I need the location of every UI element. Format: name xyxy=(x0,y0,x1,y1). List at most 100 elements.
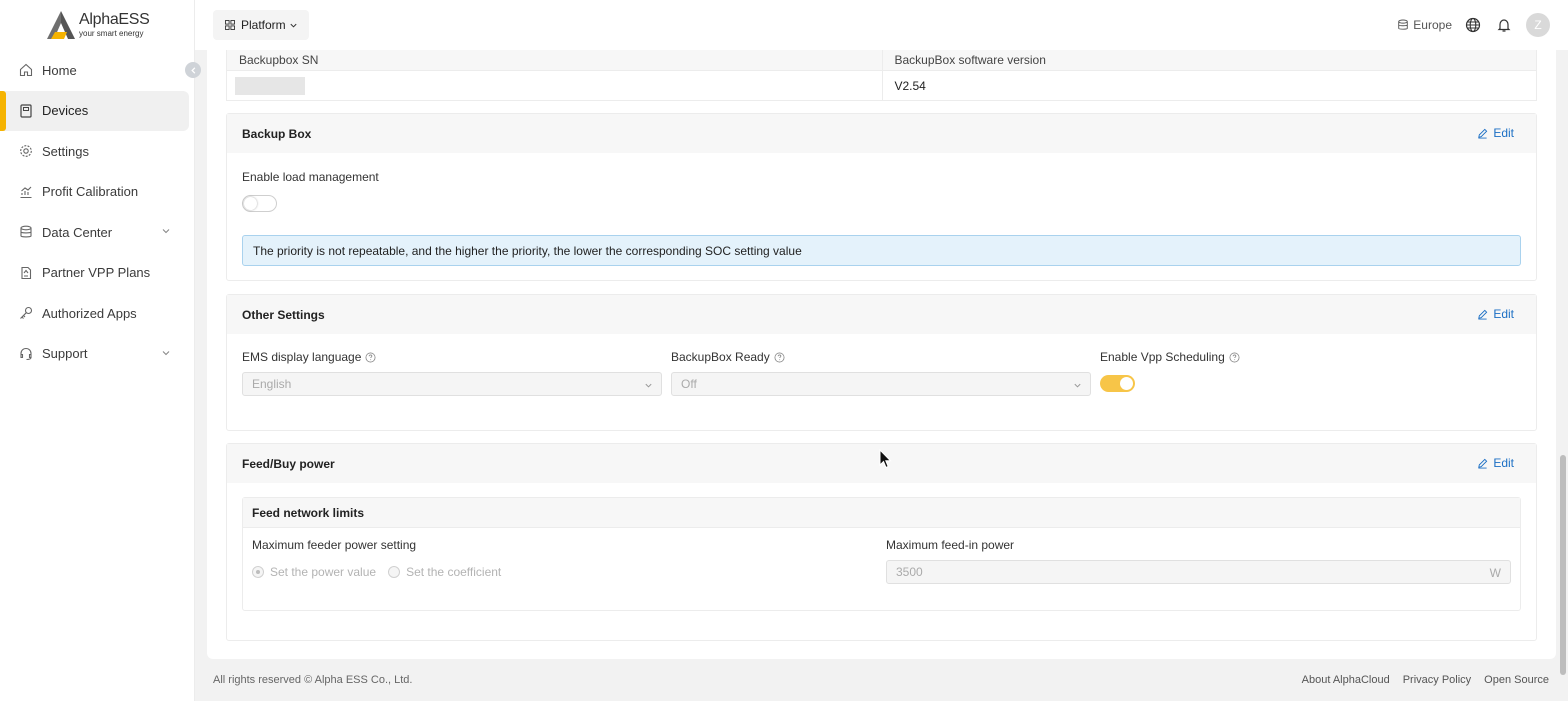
sidebar-item-data-center[interactable]: Data Center xyxy=(0,212,189,252)
load-management-label: Enable load management xyxy=(242,170,379,184)
backupbox-info-table: Backupbox SN BackupBox software version … xyxy=(226,50,1537,101)
platform-label: Platform xyxy=(241,18,286,32)
edit-icon xyxy=(1478,128,1488,139)
edit-label: Edit xyxy=(1493,456,1514,470)
footer-copyright: All rights reserved © Alpha ESS Co., Ltd… xyxy=(213,674,413,686)
sidebar-collapse-button[interactable] xyxy=(185,62,201,78)
table-header-version: BackupBox software version xyxy=(881,50,1537,70)
priority-notice: The priority is not repeatable, and the … xyxy=(242,235,1521,266)
radio-set-coefficient[interactable]: Set the coefficient xyxy=(388,565,501,579)
chevron-down-icon xyxy=(290,23,297,28)
sn-redacted xyxy=(235,76,305,95)
sidebar-item-partner-vpp-plans[interactable]: Partner VPP Plans xyxy=(0,253,189,293)
backupbox-ready-value: Off xyxy=(681,377,697,391)
mouse-cursor-icon xyxy=(879,449,892,469)
max-feedin-input[interactable]: 3500 W xyxy=(886,560,1511,584)
sidebar-item-label: Support xyxy=(42,346,88,361)
max-feedin-label: Maximum feed-in power xyxy=(886,538,1015,552)
footer-link-about[interactable]: About AlphaCloud xyxy=(1302,674,1390,686)
grid-icon xyxy=(225,20,235,30)
chevron-down-icon xyxy=(1074,383,1081,388)
feed-buy-edit-button[interactable]: Edit xyxy=(1477,456,1514,470)
load-management-toggle[interactable] xyxy=(242,195,277,212)
region-label: Europe xyxy=(1413,18,1452,32)
vpp-scheduling-label: Enable Vpp Scheduling xyxy=(1100,350,1240,364)
edit-icon xyxy=(1478,458,1488,469)
sidebar-item-settings[interactable]: Settings xyxy=(0,131,189,171)
card-title: Backup Box xyxy=(242,126,312,141)
logo[interactable]: AlphaESS your smart energy xyxy=(46,9,156,41)
sidebar-item-label: Devices xyxy=(42,103,89,118)
ems-language-select[interactable]: English xyxy=(242,372,662,396)
sidebar-item-label: Home xyxy=(42,62,77,78)
chevron-down-icon xyxy=(645,383,652,388)
avatar[interactable]: Z xyxy=(1526,13,1550,37)
top-header: Platform Europe Z xyxy=(195,0,1568,50)
platform-dropdown[interactable]: Platform xyxy=(213,10,309,40)
notifications-button[interactable] xyxy=(1495,16,1513,34)
sn-cell xyxy=(227,71,882,100)
alphaess-logo-icon xyxy=(46,10,76,40)
vpp-scheduling-toggle[interactable] xyxy=(1100,375,1135,392)
feeder-mode-radio-group: Set the power value Set the coefficient xyxy=(252,565,501,579)
sidebar-item-devices[interactable]: Devices xyxy=(0,90,189,131)
ems-language-value: English xyxy=(252,377,292,391)
sidebar-nav: Home Devices Settings Profit Calibration… xyxy=(0,50,195,374)
edit-label: Edit xyxy=(1493,126,1514,140)
language-button[interactable] xyxy=(1464,16,1482,34)
footer-links: About AlphaCloud Privacy Policy Open Sou… xyxy=(1289,674,1549,686)
database-icon xyxy=(1398,19,1409,30)
vpp-scheduling-text: Enable Vpp Scheduling xyxy=(1100,350,1225,364)
table-header-sn: Backupbox SN xyxy=(239,53,319,67)
sidebar: AlphaESS your smart energy Home Devices … xyxy=(0,0,195,701)
radio-set-power-value[interactable]: Set the power value xyxy=(252,565,376,579)
main-content: Backupbox SN BackupBox software version … xyxy=(207,50,1556,659)
help-icon[interactable] xyxy=(365,352,376,363)
help-icon[interactable] xyxy=(774,352,785,363)
card-title: Other Settings xyxy=(242,307,325,322)
max-feeder-label: Maximum feeder power setting xyxy=(252,538,417,552)
feed-network-limits-panel: Feed network limits Maximum feeder power… xyxy=(242,497,1521,611)
version-cell: V2.54 xyxy=(881,71,1537,100)
region-selector[interactable]: Europe xyxy=(1397,18,1452,32)
sidebar-item-profit-calibration[interactable]: Profit Calibration xyxy=(0,172,189,212)
footer-link-privacy[interactable]: Privacy Policy xyxy=(1403,674,1471,686)
document-icon xyxy=(18,265,34,281)
feed-buy-power-card: Feed/Buy power Edit Feed network limits … xyxy=(226,443,1537,641)
sidebar-item-label: Authorized Apps xyxy=(42,305,137,321)
backupbox-ready-select[interactable]: Off xyxy=(671,372,1091,396)
gear-icon xyxy=(18,143,34,159)
backupbox-ready-label: BackupBox Ready xyxy=(671,350,785,364)
other-settings-edit-button[interactable]: Edit xyxy=(1477,307,1514,321)
footer-link-open-source[interactable]: Open Source xyxy=(1484,674,1549,686)
logo-name: AlphaESS xyxy=(79,11,150,28)
page-scrollbar[interactable] xyxy=(1560,455,1566,675)
sidebar-item-authorized-apps[interactable]: Authorized Apps xyxy=(0,293,189,333)
edit-icon xyxy=(1478,309,1488,320)
edit-label: Edit xyxy=(1493,307,1514,321)
max-feedin-value: 3500 xyxy=(896,565,923,579)
sidebar-item-home[interactable]: Home xyxy=(0,50,189,90)
ems-language-label: EMS display language xyxy=(242,350,376,364)
radio-checked-icon xyxy=(252,566,264,578)
radio-unchecked-icon xyxy=(388,566,401,578)
key-icon xyxy=(18,305,34,321)
chevron-down-icon xyxy=(162,350,170,355)
chart-icon xyxy=(18,184,34,200)
database-icon xyxy=(18,224,34,240)
chevron-left-icon xyxy=(190,66,195,74)
bell-icon xyxy=(1497,19,1511,32)
panel-title: Feed network limits xyxy=(243,498,1520,528)
sidebar-item-label: Data Center xyxy=(42,224,113,240)
ems-language-text: EMS display language xyxy=(242,350,362,364)
sidebar-item-support[interactable]: Support xyxy=(0,334,189,374)
device-icon xyxy=(18,103,34,119)
help-icon[interactable] xyxy=(1229,352,1240,363)
home-icon xyxy=(18,62,34,78)
backup-box-card: Backup Box Edit Enable load management T… xyxy=(226,113,1537,281)
backup-box-edit-button[interactable]: Edit xyxy=(1477,126,1514,140)
sidebar-item-label: Partner VPP Plans xyxy=(42,265,151,280)
card-title: Feed/Buy power xyxy=(242,456,335,471)
table-row: V2.54 xyxy=(227,70,1536,100)
other-settings-card: Other Settings Edit EMS display language… xyxy=(226,294,1537,431)
